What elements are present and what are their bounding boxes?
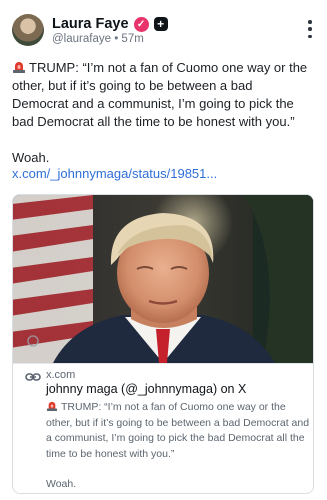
post-reaction: Woah.	[12, 150, 50, 165]
post: Laura Faye ✓ + @laurafaye • 57m TRUMP: “…	[0, 0, 327, 500]
card-domain: x.com	[46, 369, 76, 381]
more-options-icon[interactable]	[307, 20, 313, 38]
card-quote: TRUMP: “I’m not a fan of Cuomo one way o…	[46, 401, 310, 460]
verified-check-icon: ✓	[133, 16, 149, 32]
author-meta: @laurafaye • 57m	[52, 33, 144, 45]
post-time: 57m	[121, 33, 144, 45]
post-quote-paragraph: TRUMP: “I’m not a fan of Cuomo one way o…	[12, 59, 312, 131]
card-description: TRUMP: “I’m not a fan of Cuomo one way o…	[46, 400, 310, 493]
author-handle[interactable]: @laurafaye	[52, 33, 111, 45]
card-info: x.com johnny maga (@_johnnymaga) on X TR…	[13, 363, 313, 493]
plus-badge-icon: +	[153, 17, 168, 31]
link-chain-icon	[25, 373, 41, 381]
author-row: Laura Faye ✓ +	[52, 15, 168, 33]
post-quote: TRUMP: “I’m not a fan of Cuomo one way o…	[12, 60, 308, 129]
post-link[interactable]: x.com/_johnnymaga/status/19851...	[12, 166, 217, 181]
interview-photo	[13, 195, 313, 363]
author-name[interactable]: Laura Faye	[52, 16, 129, 32]
avatar[interactable]	[12, 14, 44, 46]
card-title[interactable]: johnny maga (@_johnnymaga) on X	[46, 382, 246, 396]
post-body: TRUMP: “I’m not a fan of Cuomo one way o…	[12, 59, 312, 167]
card-reaction: Woah.	[46, 478, 77, 490]
siren-emoji-icon	[13, 62, 25, 73]
siren-emoji-icon	[47, 401, 57, 411]
card-quote-paragraph: TRUMP: “I’m not a fan of Cuomo one way o…	[46, 400, 310, 462]
link-preview-card[interactable]: x.com johnny maga (@_johnnymaga) on X TR…	[12, 194, 314, 494]
